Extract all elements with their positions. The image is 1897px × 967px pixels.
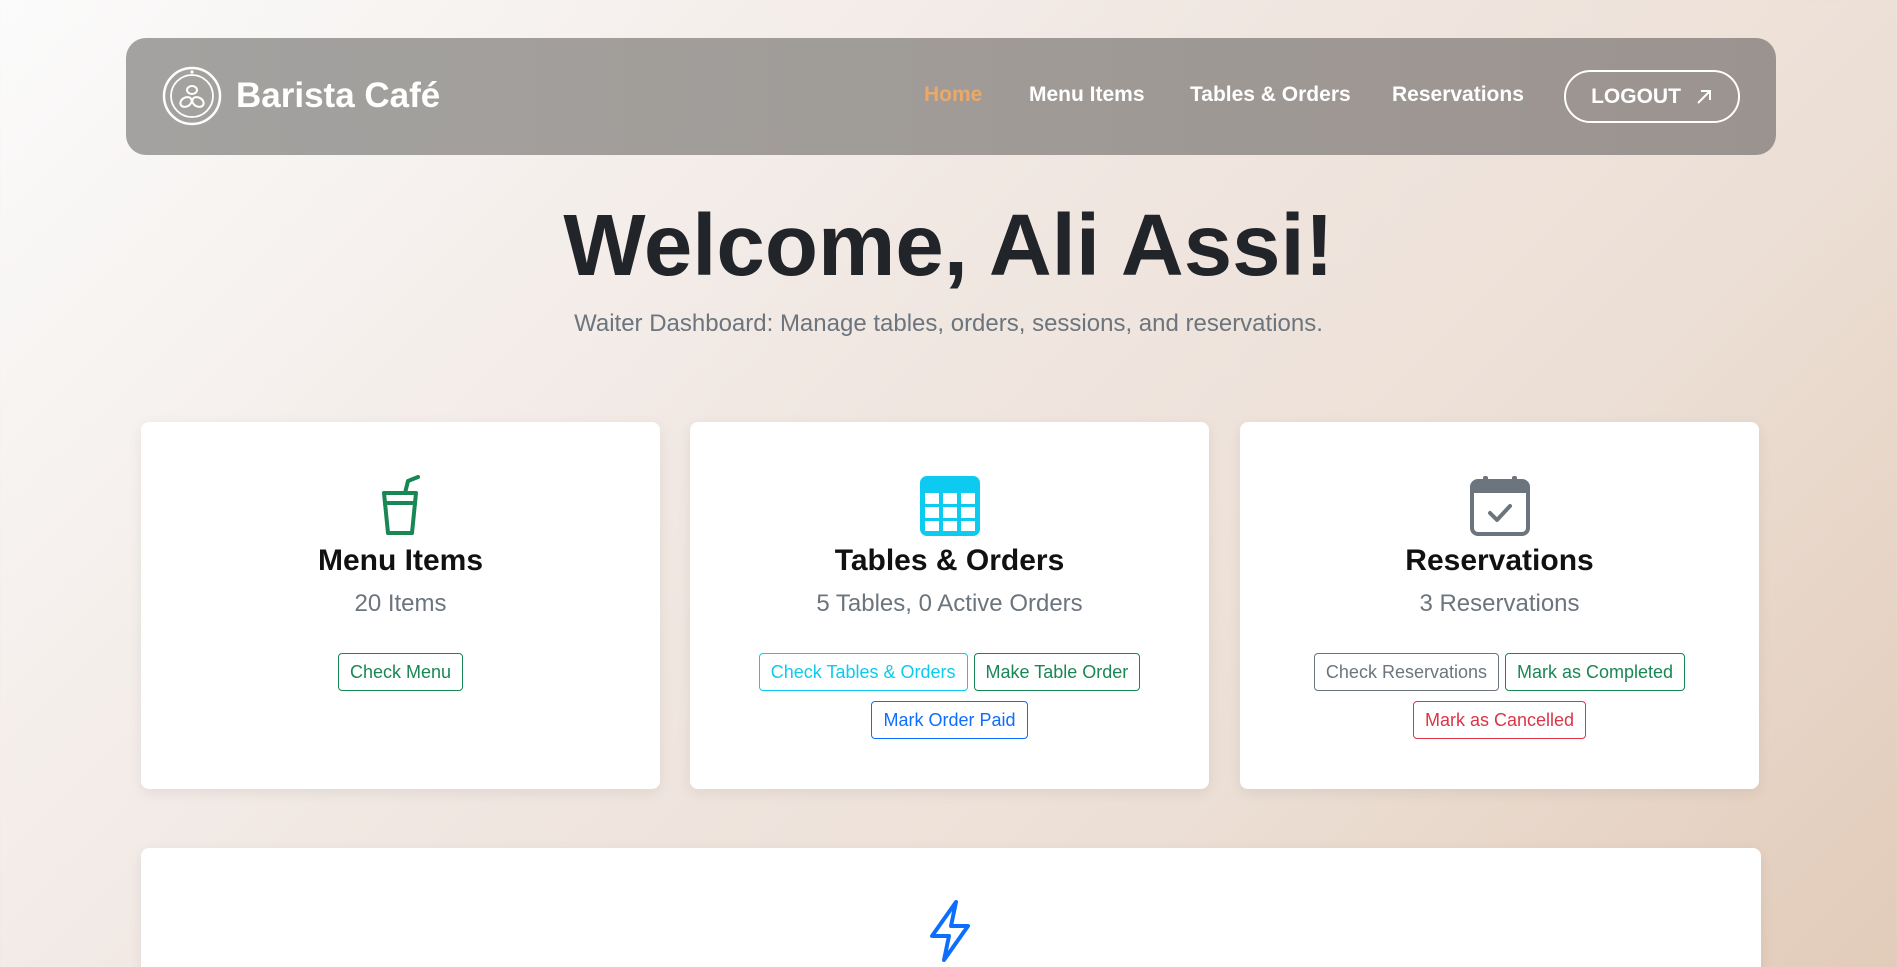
page-title: Welcome, Ali Assi! <box>563 197 1334 294</box>
reservations-count: 3 Reservations <box>1419 590 1580 617</box>
menu-items-count: 20 Items <box>354 590 447 617</box>
mark-order-paid-button[interactable]: Mark Order Paid <box>871 701 1028 739</box>
reservations-card: Reservations 3 Reservations Check Reserv… <box>1240 422 1759 789</box>
table-grid-icon <box>919 476 980 536</box>
lightning-icon <box>930 900 970 962</box>
cup-straw-icon <box>381 475 420 535</box>
logout-label: LOGOUT <box>1591 84 1681 108</box>
check-reservations-button[interactable]: Check Reservations <box>1313 653 1499 691</box>
nav-home[interactable]: Home <box>924 83 982 107</box>
quick-actions-card <box>141 848 1761 967</box>
brand-name: Barista Café <box>236 76 441 115</box>
nav-reservations[interactable]: Reservations <box>1392 83 1524 107</box>
menu-items-title: Menu Items <box>317 544 484 577</box>
tables-orders-count: 5 Tables, 0 Active Orders <box>816 590 1083 617</box>
nav-menu-items[interactable]: Menu Items <box>1029 83 1145 107</box>
mark-cancelled-button[interactable]: Mark as Cancelled <box>1412 701 1587 739</box>
logout-button[interactable]: LOGOUT <box>1564 70 1740 123</box>
tables-orders-title: Tables & Orders <box>834 544 1065 577</box>
menu-items-card: Menu Items 20 Items Check Menu <box>141 422 660 789</box>
top-navbar: Barista Café Home Menu Items Tables & Or… <box>126 38 1776 155</box>
calendar-check-icon <box>1469 476 1530 536</box>
tables-orders-card: Tables & Orders 5 Tables, 0 Active Order… <box>690 422 1209 789</box>
make-table-order-button[interactable]: Make Table Order <box>973 653 1141 691</box>
mark-completed-button[interactable]: Mark as Completed <box>1505 653 1686 691</box>
reservations-title: Reservations <box>1405 544 1594 577</box>
brand[interactable]: Barista Café <box>162 66 440 126</box>
check-menu-button[interactable]: Check Menu <box>337 653 464 691</box>
nav-tables-orders[interactable]: Tables & Orders <box>1190 83 1351 107</box>
arrow-up-right-icon <box>1697 89 1711 104</box>
coffee-beans-logo-icon <box>162 66 222 126</box>
check-tables-orders-button[interactable]: Check Tables & Orders <box>758 653 968 691</box>
page-subtitle: Waiter Dashboard: Manage tables, orders,… <box>574 310 1323 337</box>
